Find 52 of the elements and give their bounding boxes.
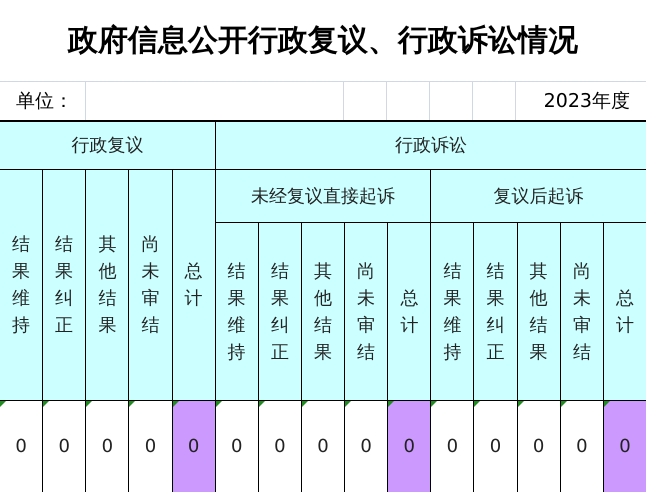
column-header: 尚未审结 xyxy=(560,223,603,400)
column-header: 结果纠正 xyxy=(474,223,517,400)
column-header: 尚未审结 xyxy=(345,223,388,400)
corner-marker-icon xyxy=(302,401,308,407)
column-header: 其他结果 xyxy=(302,223,344,400)
table-cell: 0 xyxy=(43,401,86,492)
corner-marker-icon xyxy=(258,401,265,407)
corner-marker-icon xyxy=(560,401,567,407)
corner-marker-icon xyxy=(172,401,179,407)
column-header: 结果纠正 xyxy=(258,223,301,400)
table-cell: 0 xyxy=(388,401,430,492)
corner-marker-icon xyxy=(345,401,352,407)
year-label: 2023年度 xyxy=(544,88,630,114)
table-cell: 0 xyxy=(431,401,474,492)
corner-marker-icon xyxy=(431,401,438,407)
column-header: 总计 xyxy=(604,223,646,400)
corner-marker-icon xyxy=(518,401,524,407)
subgroup-header: 复议后起诉 xyxy=(431,170,646,222)
table-cell: 0 xyxy=(302,401,344,492)
table-cell: 0 xyxy=(0,401,42,492)
corner-marker-icon xyxy=(0,401,6,407)
group-header: 行政复议 xyxy=(0,122,215,169)
corner-marker-icon xyxy=(216,401,222,407)
subgroup-header: 未经复议直接起诉 xyxy=(216,170,430,222)
column-header: 尚未审结 xyxy=(129,170,172,400)
corner-marker-icon xyxy=(604,401,610,407)
corner-marker-icon xyxy=(129,401,136,407)
table-cell: 0 xyxy=(129,401,172,492)
column-header: 总计 xyxy=(388,223,430,400)
corner-marker-icon xyxy=(43,401,50,407)
table-cell: 0 xyxy=(474,401,517,492)
column-header: 结果维持 xyxy=(0,170,42,400)
column-header: 结果维持 xyxy=(216,223,258,400)
corner-marker-icon xyxy=(86,401,92,407)
table-cell: 0 xyxy=(518,401,560,492)
table-cell: 0 xyxy=(86,401,128,492)
group-header: 行政诉讼 xyxy=(216,122,646,169)
table-cell: 0 xyxy=(172,401,215,492)
column-header: 结果纠正 xyxy=(43,170,86,400)
table-cell: 0 xyxy=(258,401,301,492)
column-header: 总计 xyxy=(172,170,215,400)
table-cell: 0 xyxy=(604,401,646,492)
column-header: 结果维持 xyxy=(431,223,474,400)
column-header: 其他结果 xyxy=(518,223,560,400)
column-header: 其他结果 xyxy=(86,170,128,400)
table-cell: 0 xyxy=(560,401,603,492)
corner-marker-icon xyxy=(474,401,480,407)
unit-label: 单位： xyxy=(16,88,73,114)
corner-marker-icon xyxy=(388,401,394,407)
table-cell: 0 xyxy=(345,401,388,492)
table-title: 政府信息公开行政复议、行政诉讼情况 xyxy=(68,22,578,60)
table-cell: 0 xyxy=(216,401,258,492)
